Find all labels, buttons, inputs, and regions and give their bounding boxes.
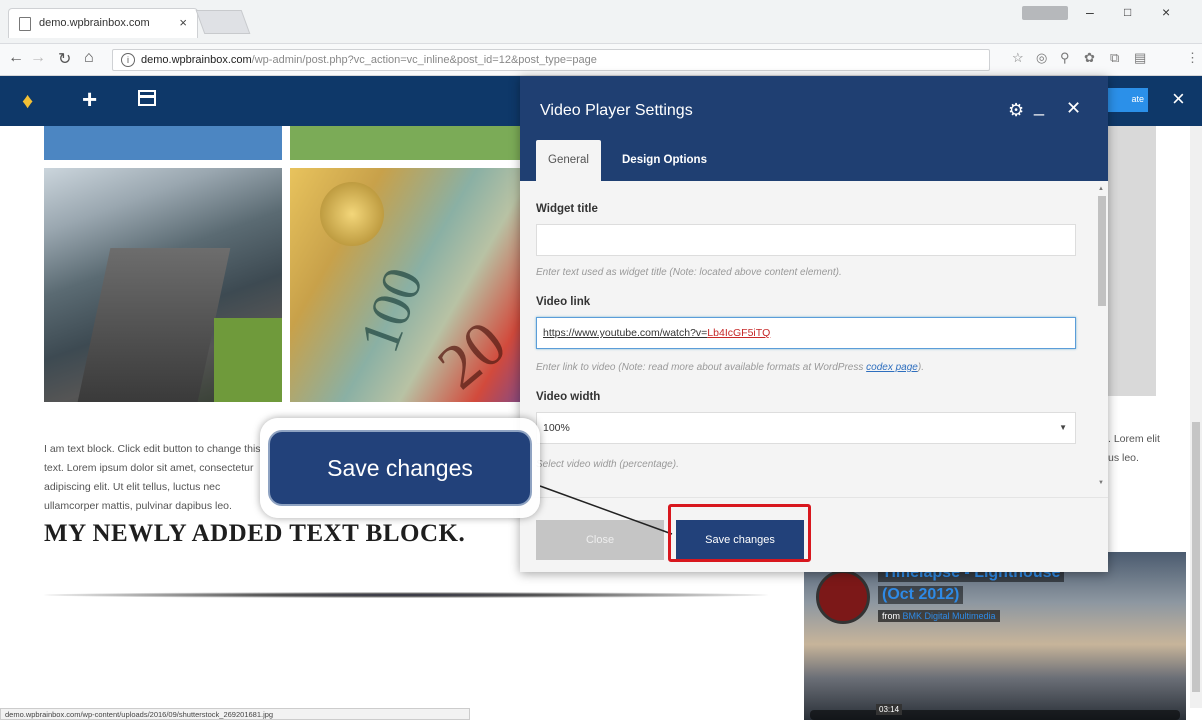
channel-avatar [816, 570, 870, 624]
home-icon[interactable]: ⌂ [84, 49, 94, 67]
window-close-icon[interactable]: × [1162, 4, 1170, 20]
video-time: 03:14 [876, 704, 903, 715]
banknote-100: 100 [348, 259, 436, 361]
dialog-scroll-thumb[interactable] [1098, 196, 1106, 306]
back-icon[interactable]: ← [8, 49, 24, 67]
video-width-value: 100% [543, 422, 570, 434]
video-link-hint-end: ). [917, 362, 924, 373]
scroll-up-icon[interactable]: ▲ [1098, 186, 1104, 192]
address-bar[interactable]: i demo.wpbrainbox.com/wp-admin/post.php?… [112, 49, 990, 71]
tab-general[interactable]: General [536, 140, 601, 181]
video-link-url: https://www.youtube.com/watch?v= [543, 327, 708, 339]
widget-title-hint: Enter text used as widget title (Note: l… [536, 267, 842, 278]
minimize-icon[interactable]: – [1086, 4, 1094, 20]
byline-prefix: from [882, 611, 900, 621]
chevron-down-icon: ▼ [1059, 423, 1067, 432]
scroll-down-icon[interactable]: ▼ [1098, 480, 1104, 486]
bookmark-star-icon[interactable]: ☆ [1012, 50, 1024, 66]
video-link-id: Lb4IcGF5iTQ [707, 327, 771, 339]
minimize-dialog-icon[interactable]: _ [1034, 96, 1044, 117]
right-text-block: . Lorem elit us leo. [1108, 433, 1160, 464]
video-title-line2[interactable]: (Oct 2012) [878, 586, 964, 604]
reload-icon[interactable]: ↻ [58, 49, 71, 69]
video-width-hint: Select video width (percentage). [536, 459, 679, 470]
templates-icon[interactable] [138, 90, 156, 106]
vc-logo-icon[interactable]: ♦ [22, 88, 33, 114]
url-host: demo.wpbrainbox.com [141, 54, 252, 66]
info-icon[interactable]: i [121, 53, 135, 67]
search-icon[interactable]: ⚲ [1060, 50, 1070, 66]
extension-icon[interactable]: ✿ [1084, 50, 1095, 66]
widget-title-label: Widget title [536, 203, 598, 215]
extension-icon-2[interactable]: ⧉ [1110, 50, 1119, 66]
image-top-right [290, 126, 530, 160]
page-icon [19, 17, 31, 31]
status-bar: demo.wpbrainbox.com/wp-content/uploads/2… [0, 708, 470, 720]
close-editor-icon[interactable]: × [1172, 86, 1185, 112]
byline-author[interactable]: BMK Digital Multimedia [903, 611, 996, 621]
video-link-label: Video link [536, 296, 591, 308]
right-image [1108, 126, 1156, 396]
browser-toolbar: ← → ↻ ⌂ i demo.wpbrainbox.com/wp-admin/p… [0, 44, 1202, 76]
video-player-settings-dialog: Video Player Settings ⚙ _ ✕ General Desi… [520, 76, 1108, 572]
video-controls[interactable] [810, 710, 1180, 720]
url-path: /wp-admin/post.php?vc_action=vc_inline&p… [251, 54, 597, 66]
dialog-body: Widget title Enter text used as widget t… [520, 181, 1096, 497]
maximize-icon[interactable]: □ [1124, 5, 1131, 19]
tab-title: demo.wpbrainbox.com [39, 17, 150, 29]
callout-label: Save changes [268, 430, 532, 506]
video-width-label: Video width [536, 391, 601, 403]
close-button[interactable]: Close [536, 520, 664, 560]
page-heading: MY NEWLY ADDED TEXT BLOCK. [44, 520, 466, 547]
tab-design-options[interactable]: Design Options [610, 140, 719, 181]
widget-title-input[interactable] [536, 224, 1076, 256]
new-tab-button[interactable] [195, 10, 251, 34]
page-scroll-thumb[interactable] [1192, 422, 1200, 692]
separator [44, 592, 768, 598]
money-image[interactable]: 100 20 [290, 168, 530, 402]
gear-icon[interactable]: ⚙ [1008, 100, 1024, 121]
banknote-20: 20 [424, 306, 520, 403]
city-highway-image[interactable] [44, 168, 282, 402]
add-element-button[interactable]: + [82, 84, 97, 115]
video-link-hint: Enter link to video (Note: read more abo… [536, 362, 924, 373]
camera-icon[interactable]: ◎ [1036, 50, 1047, 66]
video-link-input[interactable]: https://www.youtube.com/watch?v=Lb4IcGF5… [536, 317, 1076, 349]
save-button-highlight [668, 504, 811, 562]
extension-icon-3[interactable]: ▤ [1134, 50, 1146, 66]
forward-icon[interactable]: → [30, 49, 46, 67]
video-player[interactable]: Timelapse - Lighthouse (Oct 2012) from B… [804, 552, 1186, 720]
road-shape [77, 248, 231, 402]
dialog-title: Video Player Settings [540, 102, 693, 119]
dialog-header[interactable]: Video Player Settings ⚙ _ ✕ General Desi… [520, 76, 1108, 181]
text-block: I am text block. Click edit button to ch… [44, 443, 261, 512]
dialog-scrollbar[interactable] [1096, 184, 1108, 494]
update-button[interactable]: ate [1108, 88, 1148, 112]
image-top-left [44, 126, 282, 160]
page-scrollbar[interactable] [1190, 126, 1202, 708]
video-byline: from BMK Digital Multimedia [878, 610, 1000, 622]
codex-page-link[interactable]: codex page [866, 362, 918, 373]
video-width-select[interactable]: 100% ▼ [536, 412, 1076, 444]
close-dialog-icon[interactable]: ✕ [1066, 98, 1081, 119]
coin-shape [320, 182, 384, 246]
menu-icon[interactable]: ⋮ [1186, 50, 1199, 66]
profile-chip[interactable] [1022, 6, 1068, 20]
tab-close-icon[interactable]: × [179, 15, 187, 30]
browser-tab[interactable]: demo.wpbrainbox.com × [8, 8, 198, 38]
video-link-hint-text: Enter link to video (Note: read more abo… [536, 362, 867, 373]
grass-shape [214, 318, 282, 402]
